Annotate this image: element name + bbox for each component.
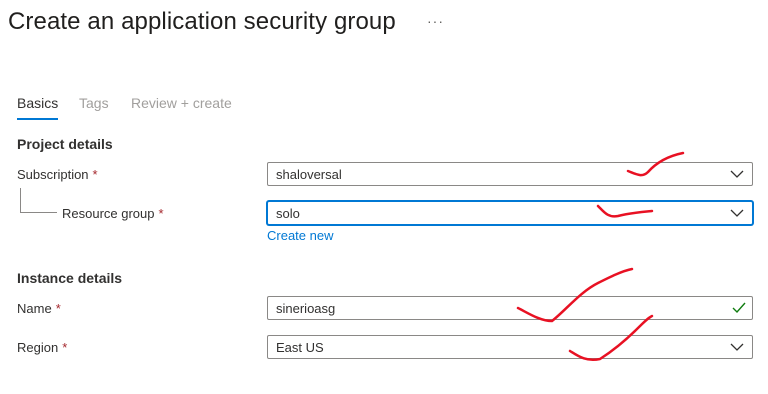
resource-group-value: solo (276, 206, 300, 221)
tree-connector (20, 188, 57, 213)
name-label-text: Name (17, 301, 52, 316)
tab-review-create[interactable]: Review + create (131, 95, 232, 111)
required-marker: * (158, 206, 164, 221)
required-marker: * (55, 301, 61, 316)
required-marker: * (62, 340, 68, 355)
subscription-value: shaloversal (276, 167, 342, 182)
chevron-down-icon (730, 343, 744, 351)
subscription-dropdown[interactable]: shaloversal (267, 162, 753, 186)
region-label: Region * (17, 340, 67, 355)
tab-basics[interactable]: Basics (17, 95, 59, 120)
name-label: Name * (17, 301, 61, 316)
create-new-link[interactable]: Create new (267, 228, 333, 243)
instance-details-heading: Instance details (17, 270, 123, 286)
region-value: East US (276, 340, 324, 355)
resource-group-dropdown[interactable]: solo (267, 201, 753, 225)
required-marker: * (92, 167, 98, 182)
chevron-down-icon (730, 209, 744, 217)
resource-group-label-text: Resource group (62, 206, 155, 221)
more-options-icon[interactable]: ··· (427, 13, 444, 29)
page-title: Create an application security group (8, 8, 396, 35)
create-asg-page: Create an application security group ···… (0, 0, 768, 394)
chevron-down-icon (730, 170, 744, 178)
region-label-text: Region (17, 340, 59, 355)
subscription-label: Subscription * (17, 167, 98, 182)
subscription-label-text: Subscription (17, 167, 89, 182)
name-input[interactable]: sinerioasg (267, 296, 753, 320)
valid-check-icon (732, 302, 746, 314)
resource-group-label: Resource group * (62, 206, 164, 221)
project-details-heading: Project details (17, 136, 113, 152)
tab-tags[interactable]: Tags (79, 95, 109, 111)
region-dropdown[interactable]: East US (267, 335, 753, 359)
name-value: sinerioasg (276, 301, 336, 316)
